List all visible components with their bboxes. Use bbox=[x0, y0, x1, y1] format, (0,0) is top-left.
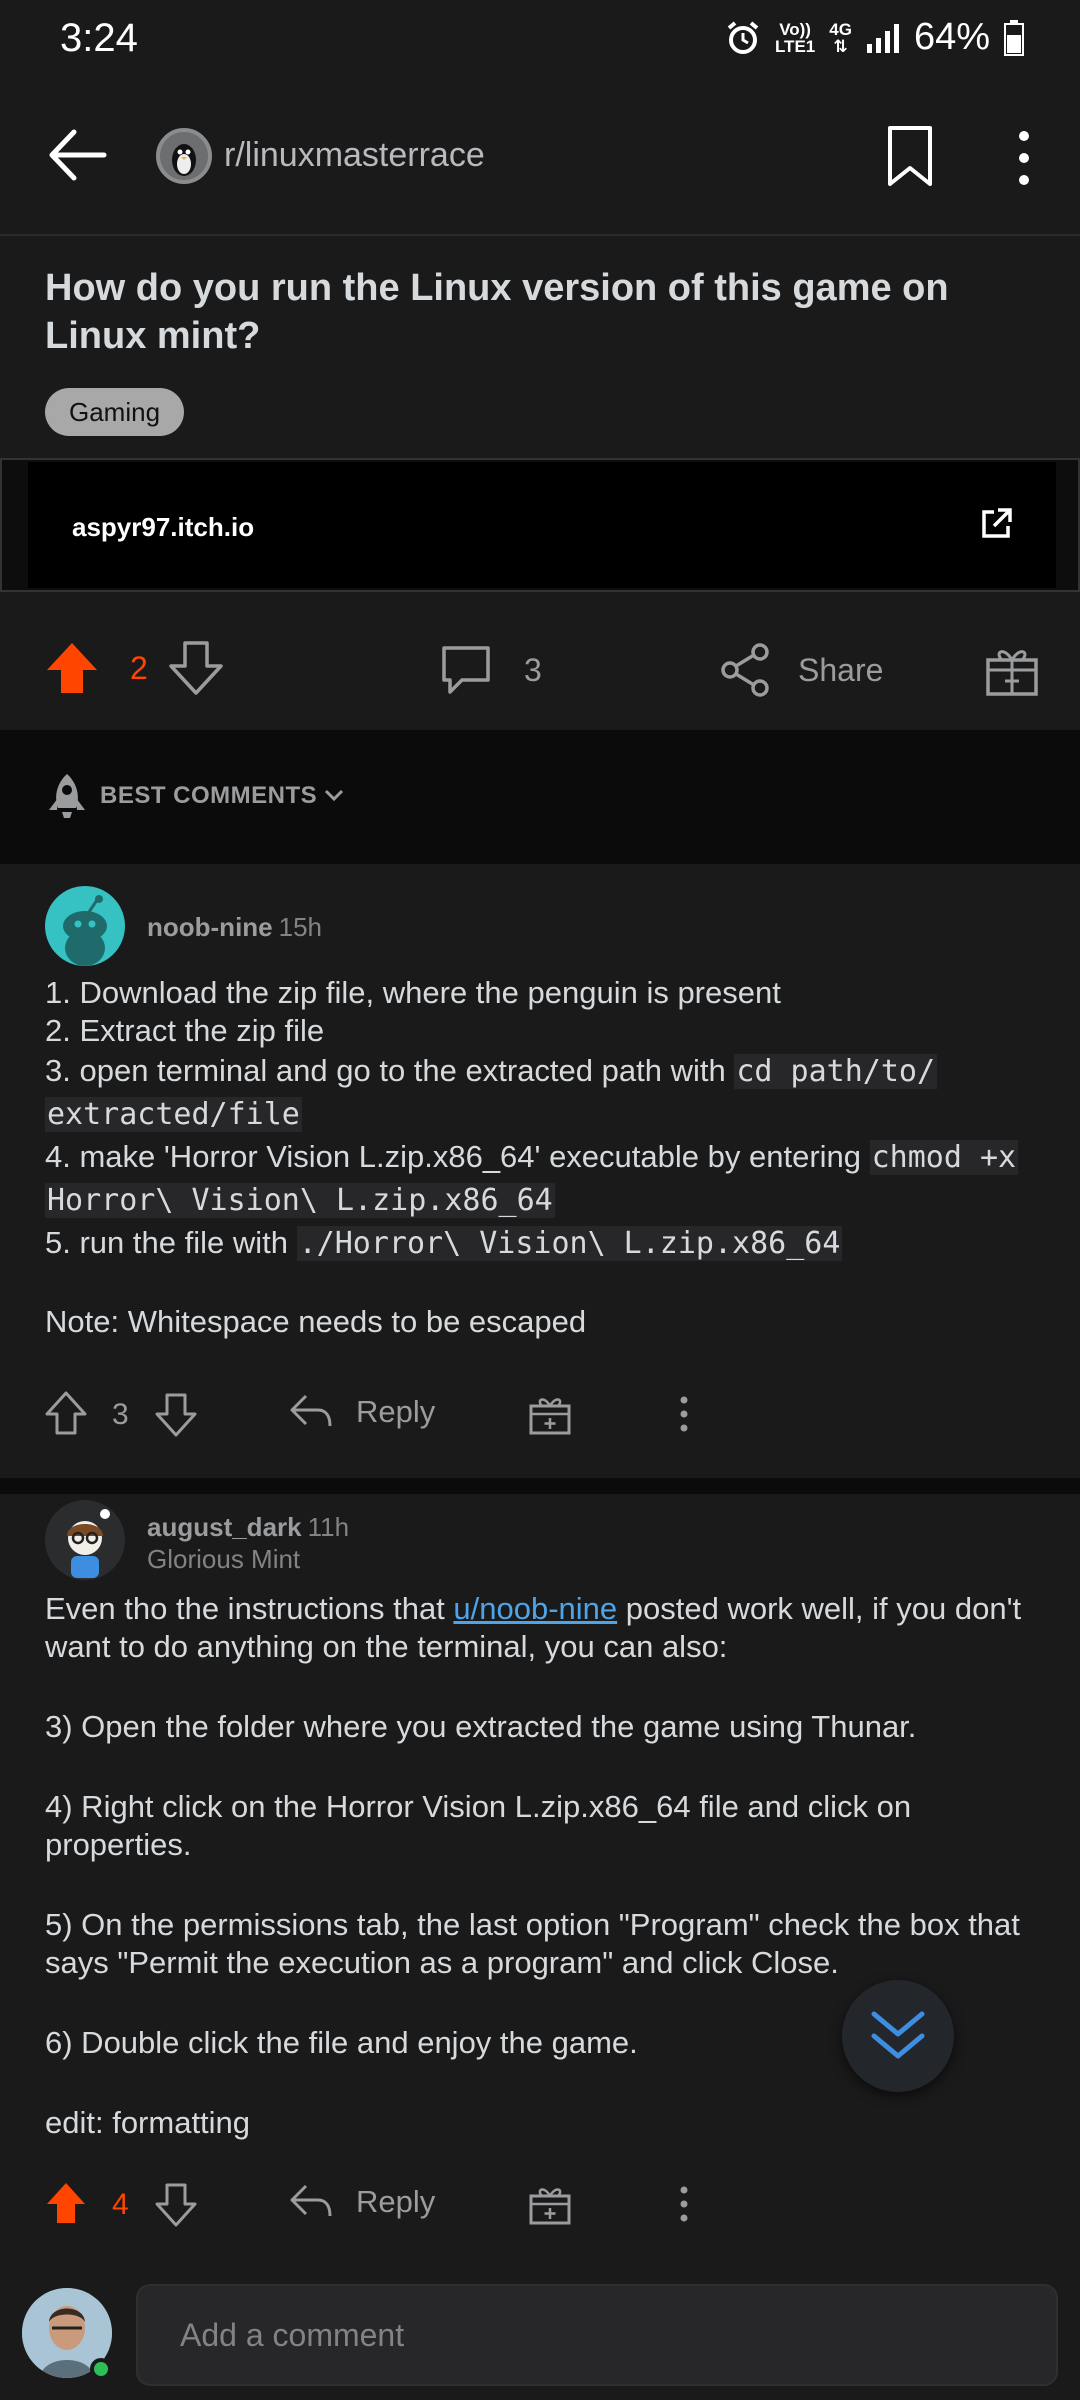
reply-arrow-icon bbox=[290, 2184, 332, 2217]
chevron-down-icon bbox=[324, 789, 344, 802]
network-label: Vo)) LTE1 bbox=[774, 19, 816, 56]
link-preview-inner: aspyr97.itch.io bbox=[28, 462, 1056, 588]
comment-card: noob-nine 15h 1. Download the zip file, w… bbox=[0, 864, 1080, 1478]
alarm-icon bbox=[727, 20, 759, 54]
comment-vote-count: 3 bbox=[112, 1398, 129, 1431]
post-comments-button[interactable]: 3 bbox=[438, 642, 542, 698]
comment-time: 11h bbox=[307, 1512, 350, 1542]
more-options-icon[interactable] bbox=[672, 2184, 696, 2224]
award-icon[interactable] bbox=[528, 2182, 572, 2226]
external-link-icon bbox=[982, 508, 1012, 538]
post-flair[interactable]: Gaming bbox=[45, 388, 185, 436]
post-header: r/linuxmasterrace bbox=[0, 80, 1080, 236]
upvote-icon[interactable] bbox=[44, 1390, 88, 1436]
reply-button[interactable]: Reply bbox=[288, 2180, 435, 2224]
post-vote-count: 2 bbox=[130, 649, 148, 686]
comment-author[interactable]: noob-nine 15h bbox=[147, 912, 322, 943]
downvote-icon[interactable] bbox=[168, 640, 224, 696]
link-domain: aspyr97.itch.io bbox=[72, 512, 255, 542]
rocket-icon bbox=[49, 774, 85, 818]
comment-composer-bar: Add a comment bbox=[0, 2262, 1080, 2400]
more-options-icon[interactable] bbox=[672, 1394, 696, 1434]
status-bar: 3:24 Vo)) LTE1 4G ⇅ 64% bbox=[0, 0, 1080, 80]
battery-icon bbox=[1004, 19, 1024, 56]
comment-card: august_dark 11h Glorious Mint Even tho th… bbox=[0, 1494, 1080, 2262]
comment-body: 1. Download the zip file, where the peng… bbox=[45, 975, 1019, 1339]
award-icon[interactable] bbox=[984, 642, 1040, 698]
signal-icon bbox=[866, 23, 899, 53]
comment-sort-bar[interactable]: BEST COMMENTS bbox=[0, 730, 1080, 864]
post-title: How do you run the Linux version of this… bbox=[45, 267, 949, 357]
comment-divider bbox=[0, 1478, 1080, 1494]
upvote-icon[interactable] bbox=[44, 640, 100, 696]
add-comment-input[interactable]: Add a comment bbox=[136, 2284, 1058, 2386]
downvote-icon[interactable] bbox=[154, 2182, 198, 2228]
reply-label: Reply bbox=[356, 2184, 436, 2219]
user-flair: Glorious Mint bbox=[147, 1544, 301, 1574]
post-vote-group: 2 bbox=[44, 640, 224, 696]
subreddit-name[interactable]: r/linuxmasterrace bbox=[224, 136, 485, 175]
snoo-avatar-icon bbox=[63, 895, 107, 966]
share-label: Share bbox=[798, 651, 884, 688]
share-icon bbox=[721, 643, 769, 697]
user-mention-link[interactable]: u/noob-nine bbox=[453, 1591, 617, 1626]
status-icons: Vo)) LTE1 4G ⇅ 64% bbox=[725, 16, 1024, 59]
sort-label: BEST COMMENTS bbox=[100, 782, 318, 809]
online-status-dot bbox=[90, 2358, 112, 2380]
bookmark-icon[interactable] bbox=[882, 124, 938, 188]
scroll-to-next-button[interactable] bbox=[842, 1980, 954, 2092]
penguin-icon bbox=[172, 144, 196, 176]
comment-author[interactable]: august_dark 11h bbox=[147, 1512, 349, 1543]
award-icon[interactable] bbox=[528, 1392, 572, 1436]
comment-bubble-icon bbox=[442, 646, 490, 694]
reply-button[interactable]: Reply bbox=[288, 1390, 435, 1434]
comment-time: 15h bbox=[278, 912, 323, 942]
comment-actions: 4 Reply bbox=[0, 2166, 1080, 2246]
share-button[interactable]: Share bbox=[718, 642, 883, 698]
back-arrow-icon[interactable] bbox=[44, 122, 110, 188]
avatar[interactable] bbox=[45, 1500, 125, 1580]
post-comment-count: 3 bbox=[524, 651, 542, 688]
link-preview[interactable]: aspyr97.itch.io bbox=[0, 458, 1080, 592]
post-actions-bar: 2 3 Share bbox=[0, 610, 1080, 730]
avatar[interactable] bbox=[45, 886, 125, 966]
reply-label: Reply bbox=[356, 1394, 436, 1429]
more-options-icon[interactable] bbox=[1000, 126, 1048, 190]
snoo-avatar-icon bbox=[67, 1509, 110, 1578]
reply-arrow-icon bbox=[290, 1394, 332, 1427]
comment-vote-count: 4 bbox=[112, 2188, 129, 2221]
comment-actions: 3 Reply bbox=[0, 1376, 1080, 1456]
battery-percent: 64% bbox=[913, 16, 990, 58]
subreddit-avatar[interactable] bbox=[156, 128, 212, 184]
status-time: 3:24 bbox=[60, 16, 138, 60]
data-type-label: 4G ⇅ bbox=[829, 19, 852, 56]
downvote-icon[interactable] bbox=[154, 1392, 198, 1438]
upvote-icon[interactable] bbox=[44, 2180, 88, 2226]
double-chevron-down-icon bbox=[871, 2011, 925, 2059]
